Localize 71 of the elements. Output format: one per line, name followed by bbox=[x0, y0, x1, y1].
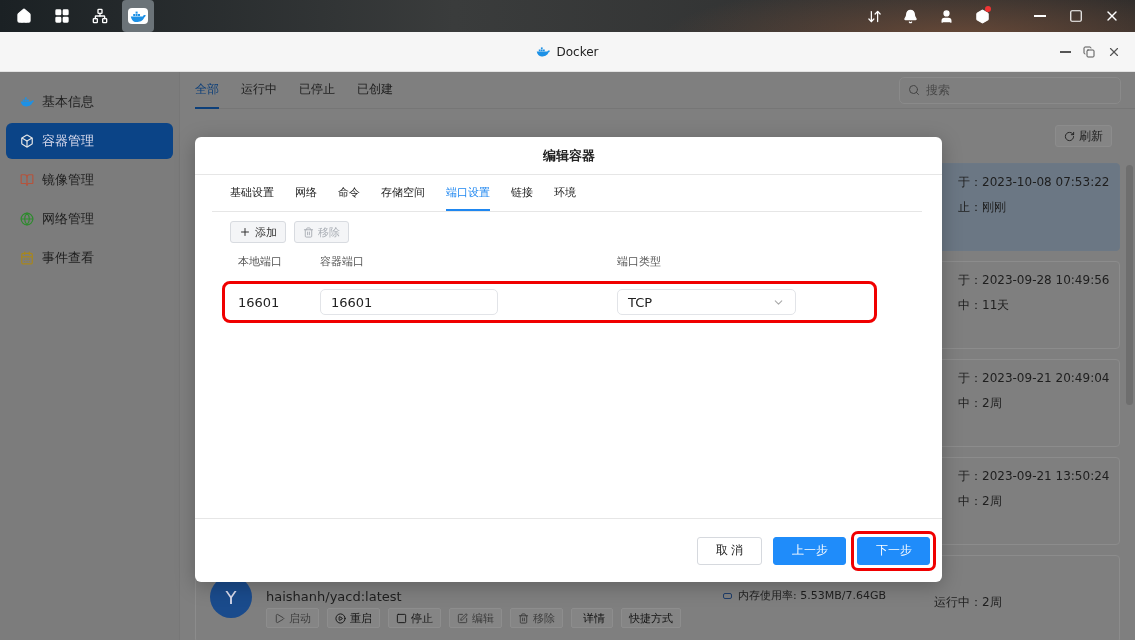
stop-icon bbox=[396, 612, 407, 624]
created-time: 于：2023-10-08 07:53:22 bbox=[958, 174, 1111, 191]
port-type-select[interactable]: TCP bbox=[617, 289, 796, 315]
column-header: 端口类型 bbox=[617, 254, 662, 270]
add-button[interactable]: 添加 bbox=[230, 221, 286, 243]
created-time: 于：2023-09-21 13:50:24 bbox=[958, 468, 1111, 485]
whale-icon bbox=[536, 45, 551, 58]
created-time: 于：2023-09-28 10:49:56 bbox=[958, 272, 1111, 289]
network-icon bbox=[92, 8, 108, 24]
trash-icon bbox=[518, 612, 529, 624]
bell-icon bbox=[902, 8, 918, 24]
whale-icon bbox=[130, 9, 146, 23]
status-text: 中：2周 bbox=[958, 395, 1003, 412]
transfer-icon bbox=[866, 8, 882, 24]
dialog-tab[interactable]: 环境 bbox=[554, 183, 576, 211]
refresh-icon bbox=[1064, 130, 1075, 142]
filter-tab[interactable]: 已创建 bbox=[357, 71, 393, 109]
dialog-tab[interactable]: 基础设置 bbox=[230, 183, 274, 211]
sidebar-item[interactable]: 镜像管理 bbox=[6, 162, 173, 198]
action-button[interactable]: 重启 bbox=[327, 608, 380, 628]
sidebar-item[interactable]: 基本信息 bbox=[6, 84, 173, 120]
status-text: 运行中：2周 bbox=[934, 594, 1003, 611]
filter-tab[interactable]: 运行中 bbox=[241, 71, 277, 109]
status-text: 中：2周 bbox=[958, 493, 1003, 510]
dialog-tab[interactable]: 存储空间 bbox=[381, 183, 425, 211]
home-icon bbox=[16, 8, 32, 24]
column-header: 本地端口 bbox=[238, 254, 283, 270]
dialog-tab[interactable]: 网络 bbox=[295, 183, 317, 211]
status-text: 止：刚刚 bbox=[958, 199, 1007, 216]
action-button[interactable]: 停止 bbox=[388, 608, 441, 628]
refresh-button[interactable]: 刷新 bbox=[1055, 125, 1112, 147]
play-icon bbox=[274, 612, 285, 624]
status-text: 中：11天 bbox=[958, 297, 1011, 314]
sidebar-item[interactable]: 事件查看 bbox=[6, 240, 173, 276]
sidebar-item[interactable]: 网络管理 bbox=[6, 201, 173, 237]
close-icon bbox=[1107, 45, 1121, 59]
dialog-button[interactable]: 上一步 bbox=[773, 536, 846, 565]
dialog-button[interactable]: 下一步 bbox=[857, 536, 930, 565]
search-icon bbox=[908, 83, 920, 96]
calendar-icon bbox=[20, 251, 34, 265]
settings-icon bbox=[974, 8, 990, 24]
memory-icon bbox=[723, 592, 732, 599]
filter-tab[interactable]: 已停止 bbox=[299, 71, 335, 109]
user-icon bbox=[938, 8, 954, 24]
restore-icon bbox=[1083, 46, 1095, 58]
action-button[interactable]: 快捷方式 bbox=[621, 608, 681, 628]
maximize-icon bbox=[1069, 9, 1083, 23]
dialog-tab[interactable]: 命令 bbox=[338, 183, 360, 211]
action-button[interactable]: 详情 bbox=[571, 608, 613, 628]
memory-usage: 内存使用率: 5.53MB/7.64GB bbox=[738, 588, 886, 603]
window-title: Docker bbox=[556, 44, 599, 59]
container-port-field[interactable]: 16601 bbox=[320, 289, 498, 315]
restart-icon bbox=[335, 612, 346, 624]
trash-icon bbox=[303, 226, 314, 238]
grid-icon bbox=[54, 8, 70, 24]
dialog-title: 编辑容器 bbox=[542, 146, 595, 165]
filter-tab[interactable]: 全部 bbox=[195, 71, 219, 109]
whale-icon bbox=[20, 96, 34, 108]
dialog-tab[interactable]: 端口设置 bbox=[446, 183, 490, 211]
dialog-tab[interactable]: 链接 bbox=[511, 183, 533, 211]
edit-icon bbox=[457, 612, 468, 624]
sidebar-item[interactable]: 容器管理 bbox=[6, 123, 173, 159]
column-header: 容器端口 bbox=[320, 254, 365, 270]
book-icon bbox=[20, 173, 34, 187]
cube-icon bbox=[20, 134, 34, 148]
globe-icon bbox=[20, 212, 34, 226]
dialog-button[interactable]: 取 消 bbox=[697, 536, 762, 565]
image-name: haishanh/yacd:latest bbox=[266, 589, 403, 604]
plus-icon bbox=[239, 226, 251, 238]
created-time: 于：2023-09-21 20:49:04 bbox=[958, 370, 1111, 387]
local-port: 16601 bbox=[238, 294, 281, 310]
